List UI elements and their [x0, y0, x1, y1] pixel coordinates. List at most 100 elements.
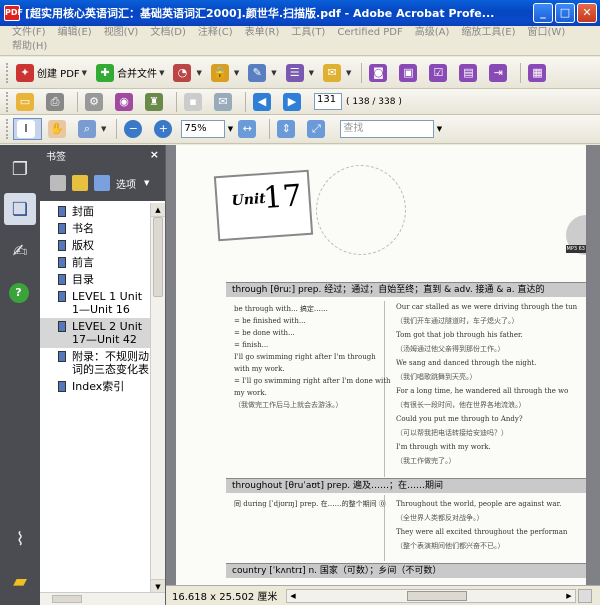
close-button[interactable]: ✕: [577, 3, 597, 23]
tool-button-6[interactable]: ▦: [525, 62, 552, 84]
menu-item[interactable]: 注释(C): [192, 26, 239, 40]
save-icon: ▪: [184, 92, 202, 111]
minimize-button[interactable]: _: [533, 3, 553, 23]
create-pdf-button[interactable]: ✦ 创建 PDF ▼: [13, 62, 90, 84]
open-button[interactable]: ▭: [13, 91, 40, 113]
bookmarks-close-button[interactable]: ×: [150, 148, 159, 161]
save-button[interactable]: ▪: [181, 91, 208, 113]
tool-button-4[interactable]: ▤: [456, 62, 483, 84]
document-text-line: （我工作做完了。）: [396, 457, 456, 465]
zoom-dropdown[interactable]: ▼: [225, 120, 235, 138]
bookmarks-nav-button[interactable]: ❏: [4, 193, 36, 225]
comments-nav-button[interactable]: ▰: [4, 565, 36, 597]
review-button[interactable]: ✉ ▼: [320, 62, 354, 84]
trash-icon[interactable]: [50, 175, 66, 191]
bookmarks-vertical-scrollbar[interactable]: ▲ ▼: [150, 203, 165, 593]
hand-tool-button[interactable]: ✋: [45, 118, 72, 140]
combine-files-icon: ✚: [96, 63, 115, 82]
document-horizontal-scrollbar[interactable]: ◀ ▶: [286, 588, 576, 603]
fit-width-button[interactable]: ⇕: [274, 118, 301, 140]
menu-item[interactable]: 高级(A): [409, 26, 456, 40]
menu-item[interactable]: 表单(R): [239, 26, 286, 40]
menu-item[interactable]: 文件(F): [6, 26, 52, 40]
bookmark-label: LEVEL 2 Unit 17—Unit 42: [72, 320, 143, 346]
print-button[interactable]: ⎙: [43, 91, 70, 113]
document-text-line: Could you put me through to Andy?: [396, 415, 523, 423]
window-title: [超实用核心英语词汇：基础英语词汇2000].颜世华.扫描版.pdf - Ado…: [25, 7, 495, 20]
stamp-icon: ♜: [145, 92, 163, 111]
help-nav-button[interactable]: ?: [4, 277, 36, 309]
arrow-left-icon: ◀: [253, 92, 271, 111]
zoom-out-button[interactable]: −: [121, 118, 148, 140]
printer-icon: ⎙: [46, 92, 64, 111]
pdf-icon: PDF: [4, 5, 23, 21]
bookmarks-panel: 书签 × 选项 ▼ 封面 书名 版权 前言 目录 LEVEL 1 Unit 1—Unit 1…: [40, 145, 166, 605]
zoom-tool-button[interactable]: ⌕ ▼: [75, 118, 109, 140]
document-view[interactable]: Unit 17 MP3 63 through [θruː] prep. 经过；通…: [166, 145, 600, 585]
sign-button[interactable]: ✎ ▼: [245, 62, 279, 84]
bookmark-item[interactable]: 目录: [40, 271, 150, 288]
bookmark-item[interactable]: 书名: [40, 220, 150, 237]
zoom-input[interactable]: 75%: [181, 120, 226, 138]
maximize-button[interactable]: □: [555, 3, 575, 23]
select-tool-button[interactable]: I: [13, 118, 42, 140]
resize-grip[interactable]: [578, 588, 592, 603]
organizer-button[interactable]: ⚙: [82, 91, 109, 113]
bookmark-list: 封面 书名版权前言 目录 LEVEL 1 Unit 1—Unit 16 LEVEL 2 …: [40, 203, 150, 583]
bookmarks-options-button[interactable]: 选项: [116, 176, 136, 191]
bookmark-page-icon: [58, 257, 66, 268]
bookmark-item[interactable]: 附录：不规则动词的三态变化表: [40, 348, 150, 378]
menu-item[interactable]: 工具(T): [285, 26, 331, 40]
attachments-nav-button[interactable]: ⌇: [4, 523, 36, 555]
new-bookmark-icon[interactable]: [72, 175, 88, 191]
document-text-line: Our car stalled as we were driving throu…: [396, 303, 578, 311]
secure-button[interactable]: 🔒 ▼: [208, 62, 242, 84]
email-button[interactable]: ✉: [211, 91, 238, 113]
browser-button[interactable]: ◉: [112, 91, 139, 113]
document-text-line: They were all excited throughout the per…: [396, 528, 568, 536]
bookmark-item[interactable]: 前言: [40, 254, 150, 271]
bookmarks-horizontal-scrollbar[interactable]: [40, 592, 165, 605]
document-text-line: For a long time, he wandered all through…: [396, 387, 569, 395]
pen-icon: ✎: [248, 63, 267, 82]
combine-files-button[interactable]: ✚ 合并文件 ▼: [93, 62, 167, 84]
pages-nav-button[interactable]: ❐: [4, 153, 36, 185]
menu-item[interactable]: 编辑(E): [52, 26, 98, 40]
hand-icon: ✋: [48, 120, 66, 138]
actual-size-button[interactable]: ↔: [235, 118, 262, 140]
bookmark-item[interactable]: 版权: [40, 237, 150, 254]
find-dropdown[interactable]: ▼: [434, 120, 444, 138]
prev-page-button[interactable]: ◀: [250, 91, 277, 113]
tool-button-2[interactable]: ▣: [396, 62, 423, 84]
tool-button-3[interactable]: ☑: [426, 62, 453, 84]
find-input[interactable]: 查找: [340, 120, 435, 138]
forms-button[interactable]: ☰ ▼: [283, 62, 317, 84]
menu-item[interactable]: 缩放工具(E): [455, 26, 521, 40]
fit-page-button[interactable]: ⤢: [304, 118, 331, 140]
lock-icon: 🔒: [210, 63, 229, 82]
menu-item[interactable]: 视图(V): [98, 26, 145, 40]
bookmark-item[interactable]: LEVEL 1 Unit 1—Unit 16: [40, 288, 150, 318]
attach-button[interactable]: ♜: [142, 91, 169, 113]
page-number-input[interactable]: 131: [314, 93, 342, 110]
bookmark-page-icon: [58, 381, 66, 392]
text-cursor-icon: I: [17, 120, 35, 138]
signatures-nav-button[interactable]: ✍: [4, 235, 36, 267]
bookmark-label: 版权: [72, 239, 94, 252]
split-page-icon: ▦: [528, 63, 547, 82]
title-bar: PDF [超实用核心英语词汇：基础英语词汇2000].颜世华.扫描版.pdf -…: [0, 0, 600, 26]
tool-button-5[interactable]: ⇥: [486, 62, 513, 84]
bookmark-item[interactable]: Index索引: [40, 378, 150, 395]
expand-bookmark-icon[interactable]: [94, 175, 110, 191]
next-page-button[interactable]: ▶: [280, 91, 307, 113]
mp3-label: MP3 63: [565, 245, 586, 253]
menu-item[interactable]: 窗口(W): [522, 26, 572, 40]
tool-button-1[interactable]: ◙: [366, 62, 393, 84]
menu-item[interactable]: 帮助(H): [6, 40, 53, 54]
bookmark-item[interactable]: LEVEL 2 Unit 17—Unit 42: [40, 318, 150, 348]
bookmark-item[interactable]: 封面: [40, 203, 150, 220]
zoom-in-button[interactable]: +: [151, 118, 178, 140]
menu-item[interactable]: 文档(D): [144, 26, 192, 40]
menu-item[interactable]: Certified PDF: [331, 26, 408, 40]
export-button[interactable]: ◔ ▼: [170, 62, 204, 84]
